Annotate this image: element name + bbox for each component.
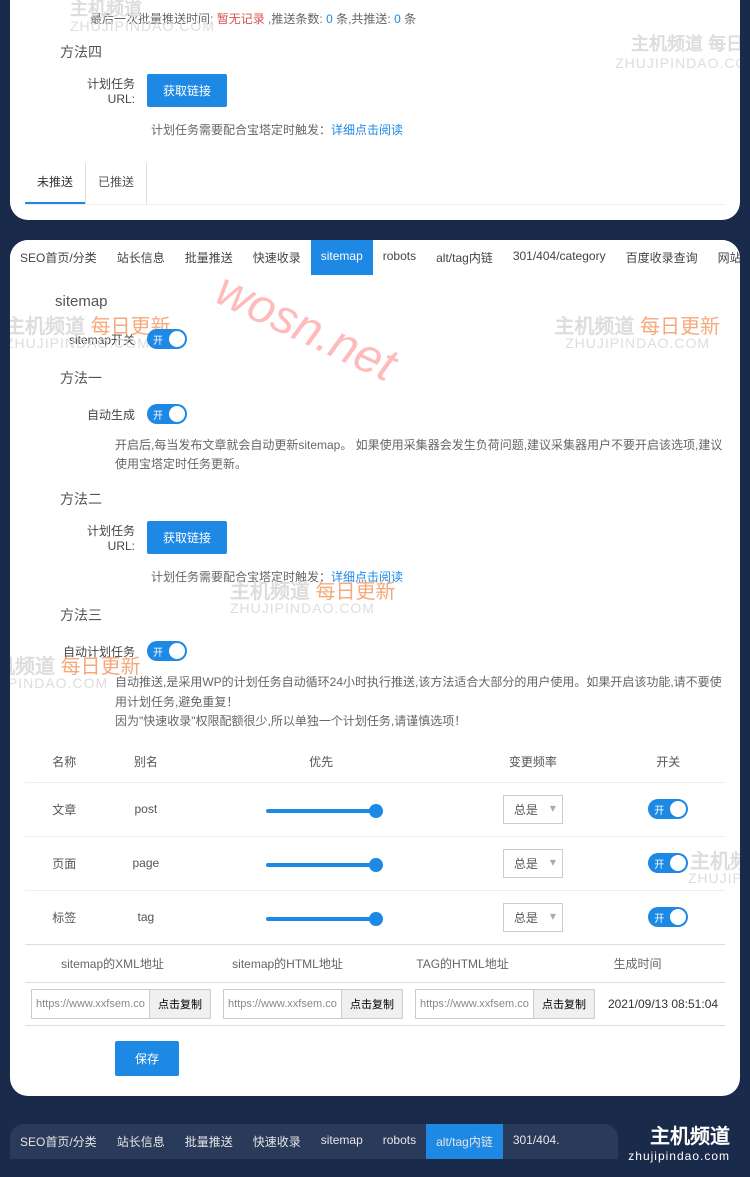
freq-select[interactable]: 总是 [503,795,563,824]
get-link-button-2[interactable]: 获取链接 [147,521,227,554]
nav-301-404[interactable]: 301/404. [503,1124,570,1159]
sitemap-switch-label: sitemap开关 [60,331,135,348]
panel-sitemap: wosn.net SEO首页/分类 站长信息 批量推送 快速收录 sitemap… [10,240,740,1096]
task-hint-2: 计划任务需要配合宝塔定时触发： [151,568,331,585]
url-headers: sitemap的XML地址 sitemap的HTML地址 TAG的HTML地址 … [25,944,725,983]
auto-task-toggle[interactable]: 开 [147,641,187,661]
auto-gen-label: 自动生成 [60,406,135,423]
nav-webmaster[interactable]: 站长信息 [107,240,175,275]
freq-select[interactable]: 总是 [503,849,563,878]
save-button[interactable]: 保存 [115,1041,179,1076]
xml-url-input[interactable] [31,989,150,1019]
freq-select[interactable]: 总是 [503,903,563,932]
sitemap-table: 名称 别名 优先 变更频率 开关 文章 post 总是 开 页面 page 总是… [25,741,725,944]
detail-link[interactable]: 详细点击阅读 [331,121,403,138]
nav-alt-tag[interactable]: alt/tag内链 [426,240,503,275]
nav-sitemap[interactable]: sitemap [311,240,373,275]
row-toggle[interactable]: 开 [648,907,688,927]
copy-button[interactable]: 点击复制 [341,989,403,1019]
nav-batch-push[interactable]: 批量推送 [175,240,243,275]
nav-seo-home[interactable]: SEO首页/分类 [10,240,107,275]
nav-robots[interactable]: robots [373,1124,426,1159]
get-link-button[interactable]: 获取链接 [147,74,227,107]
method-3-title: 方法三 [60,605,725,625]
priority-slider[interactable] [266,863,376,867]
priority-slider[interactable] [266,809,376,813]
nav-alt-tag[interactable]: alt/tag内链 [426,1124,503,1159]
html-url-input[interactable] [223,989,342,1019]
col-name: 名称 [25,741,104,783]
auto-task-desc: 自动推送,是采用WP的计划任务自动循环24小时执行推送,该方法适合大部分的用户使… [115,673,725,731]
sitemap-title: sitemap [55,293,725,310]
copy-button[interactable]: 点击复制 [149,989,211,1019]
auto-task-label: 自动计划任务 [60,643,135,660]
method-4-title: 方法四 [60,42,725,62]
nav-spider[interactable]: 网站蜘蛛 [708,240,740,275]
col-priority: 优先 [188,741,454,783]
brand: 主机频道 zhujipindao.com [618,1116,740,1167]
detail-link-2[interactable]: 详细点击阅读 [331,568,403,585]
row-toggle[interactable]: 开 [648,799,688,819]
tag-url-input[interactable] [415,989,534,1019]
nav-batch-push[interactable]: 批量推送 [175,1124,243,1159]
auto-gen-desc: 开启后,每当发布文章就会自动更新sitemap。 如果使用采集器会发生负荷问题,… [115,436,725,474]
auto-gen-toggle[interactable]: 开 [147,404,187,424]
task-url-label-2: 计划任务URL: [60,522,135,553]
priority-slider[interactable] [266,917,376,921]
gen-time: 2021/09/13 08:51:04 [608,997,718,1011]
nav-sitemap[interactable]: sitemap [311,1124,373,1159]
table-row: 标签 tag 总是 开 [25,890,725,944]
row-toggle[interactable]: 开 [648,853,688,873]
nav-baidu-query[interactable]: 百度收录查询 [616,240,708,275]
nav-tabs: SEO首页/分类 站长信息 批量推送 快速收录 sitemap robots a… [10,240,740,275]
col-alias: 别名 [104,741,188,783]
sitemap-toggle[interactable]: 开 [147,329,187,349]
copy-button[interactable]: 点击复制 [533,989,595,1019]
task-hint: 计划任务需要配合宝塔定时触发： [151,121,331,138]
nav-seo-home[interactable]: SEO首页/分类 [10,1124,107,1159]
col-switch: 开关 [611,741,725,783]
nav-301-404[interactable]: 301/404/category [503,240,616,275]
tab-pushed[interactable]: 已推送 [85,163,147,204]
task-url-label: 计划任务URL: [60,75,135,106]
nav-fast-index[interactable]: 快速收录 [243,1124,311,1159]
table-row: 文章 post 总是 开 [25,782,725,836]
col-freq: 变更频率 [454,741,611,783]
nav-robots[interactable]: robots [373,240,426,275]
method-1-title: 方法一 [60,368,725,388]
table-row: 页面 page 总是 开 [25,836,725,890]
push-status: 最后一次批量推送时间: 暂无记录 ,推送条数: 0 条,共推送: 0 条 [90,10,725,27]
tab-not-pushed[interactable]: 未推送 [25,163,86,204]
nav-webmaster[interactable]: 站长信息 [107,1124,175,1159]
bottom-bar: SEO首页/分类 站长信息 批量推送 快速收录 sitemap robots a… [0,1116,750,1177]
panel-batch-push: 主机频道 ZHUJIPINDAO.COM 主机频道 每日更新 ZHUJIPIND… [10,0,740,220]
url-values: 点击复制 点击复制 点击复制 2021/09/13 08:51:04 [25,983,725,1026]
nav-fast-index[interactable]: 快速收录 [243,240,311,275]
watermark: JIPINDAO.COM [10,675,108,691]
method-2-title: 方法二 [60,489,725,509]
